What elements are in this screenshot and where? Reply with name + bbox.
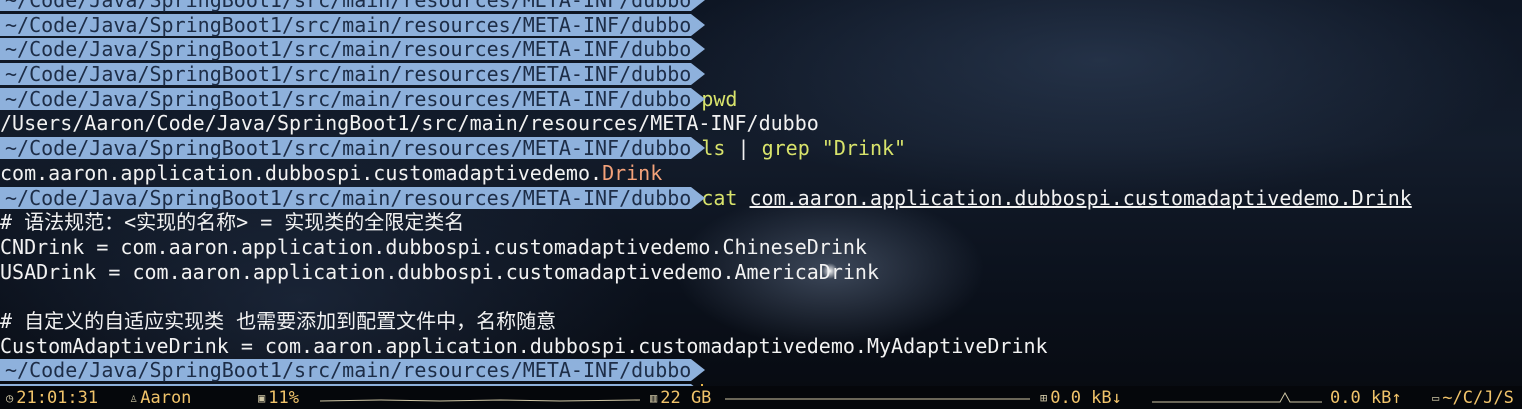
status-bar: ◷ 21:01:31 ♙ Aaron ▣ 11% ▥ 22 GB ⊞ 0.0 kB↓ 0.…	[0, 386, 1522, 409]
file-line: # 语法规范：<实现的名称> = 实现类的全限定类名	[0, 210, 465, 235]
status-time: ◷ 21:01:31	[6, 388, 99, 408]
status-user: ♙ Aaron	[130, 388, 192, 408]
prompt-line: ~/Code/Java/SpringBoot1/src/main/resourc…	[0, 136, 1522, 161]
grep-argument: "Drink"	[821, 136, 907, 161]
prompt-segment: ~/Code/Java/SpringBoot1/src/main/resourc…	[0, 137, 706, 160]
cpu-icon: ▣	[258, 391, 266, 405]
prompt-line: ~/Code/Java/SpringBoot1/src/main/resourc…	[0, 0, 1522, 13]
memory-graph	[725, 398, 1030, 400]
network-graph	[1152, 391, 1322, 403]
prompt-segment: ~/Code/Java/SpringBoot1/src/main/resourc…	[0, 87, 706, 110]
file-line: USADrink = com.aaron.application.dubbosp…	[0, 259, 879, 284]
prompt-line: ~/Code/Java/SpringBoot1/src/main/resourc…	[0, 186, 1522, 211]
prompt-segment: ~/Code/Java/SpringBoot1/src/main/resourc…	[0, 38, 706, 61]
prompt-line: ~/Code/Java/SpringBoot1/src/main/resourc…	[0, 62, 1522, 87]
memory-icon: ▥	[650, 391, 658, 405]
cat-argument: com.aaron.application.dubbospi.customada…	[749, 185, 1412, 210]
file-line: CustomAdaptiveDrink = com.aaron.applicat…	[0, 333, 1048, 358]
clock-icon: ◷	[6, 391, 14, 405]
file-line	[0, 284, 1522, 309]
command-grep: grep	[761, 136, 810, 161]
file-line: # 自定义的自适应实现类 也需要添加到配置文件中，名称随意	[0, 308, 557, 333]
cpu-graph	[320, 399, 640, 402]
user-icon: ♙	[130, 391, 138, 405]
status-memory: ▥ 22 GB	[650, 388, 712, 408]
prompt-line: ~/Code/Java/SpringBoot1/src/main/resourc…	[0, 37, 1522, 62]
pipe-symbol: |	[737, 136, 750, 161]
output-line: com.aaron.application.dubbospi.customada…	[0, 161, 1522, 186]
terminal-output[interactable]: ~/Code/Java/SpringBoot1/src/main/resourc…	[0, 0, 1522, 408]
network-icon: ⊞	[1040, 391, 1048, 405]
prompt-line: ~/Code/Java/SpringBoot1/src/main/resourc…	[0, 358, 1522, 383]
prompt-segment: ~/Code/Java/SpringBoot1/src/main/resourc…	[0, 0, 706, 11]
prompt-line: ~/Code/Java/SpringBoot1/src/main/resourc…	[0, 87, 1522, 112]
status-net-down: ⊞ 0.0 kB↓	[1040, 388, 1122, 408]
prompt-segment: ~/Code/Java/SpringBoot1/src/main/resourc…	[0, 186, 706, 209]
prompt-line: ~/Code/Java/SpringBoot1/src/main/resourc…	[0, 13, 1522, 38]
status-net-up: 0.0 kB↑	[1330, 388, 1402, 408]
prompt-segment: ~/Code/Java/SpringBoot1/src/main/resourc…	[0, 63, 706, 86]
folder-icon: ▭	[1432, 391, 1440, 405]
status-cpu: ▣ 11%	[258, 388, 299, 408]
output-line: /Users/Aaron/Code/Java/SpringBoot1/src/m…	[0, 111, 819, 136]
file-line: CNDrink = com.aaron.application.dubbospi…	[0, 234, 867, 259]
prompt-segment: ~/Code/Java/SpringBoot1/src/main/resourc…	[0, 13, 706, 36]
prompt-segment: ~/Code/Java/SpringBoot1/src/main/resourc…	[0, 359, 706, 382]
ls-result-prefix: com.aaron.application.dubbospi.customada…	[0, 160, 603, 185]
ls-result-match: Drink	[602, 160, 663, 185]
status-cwd: ▭ ~/C/J/S	[1432, 388, 1514, 408]
